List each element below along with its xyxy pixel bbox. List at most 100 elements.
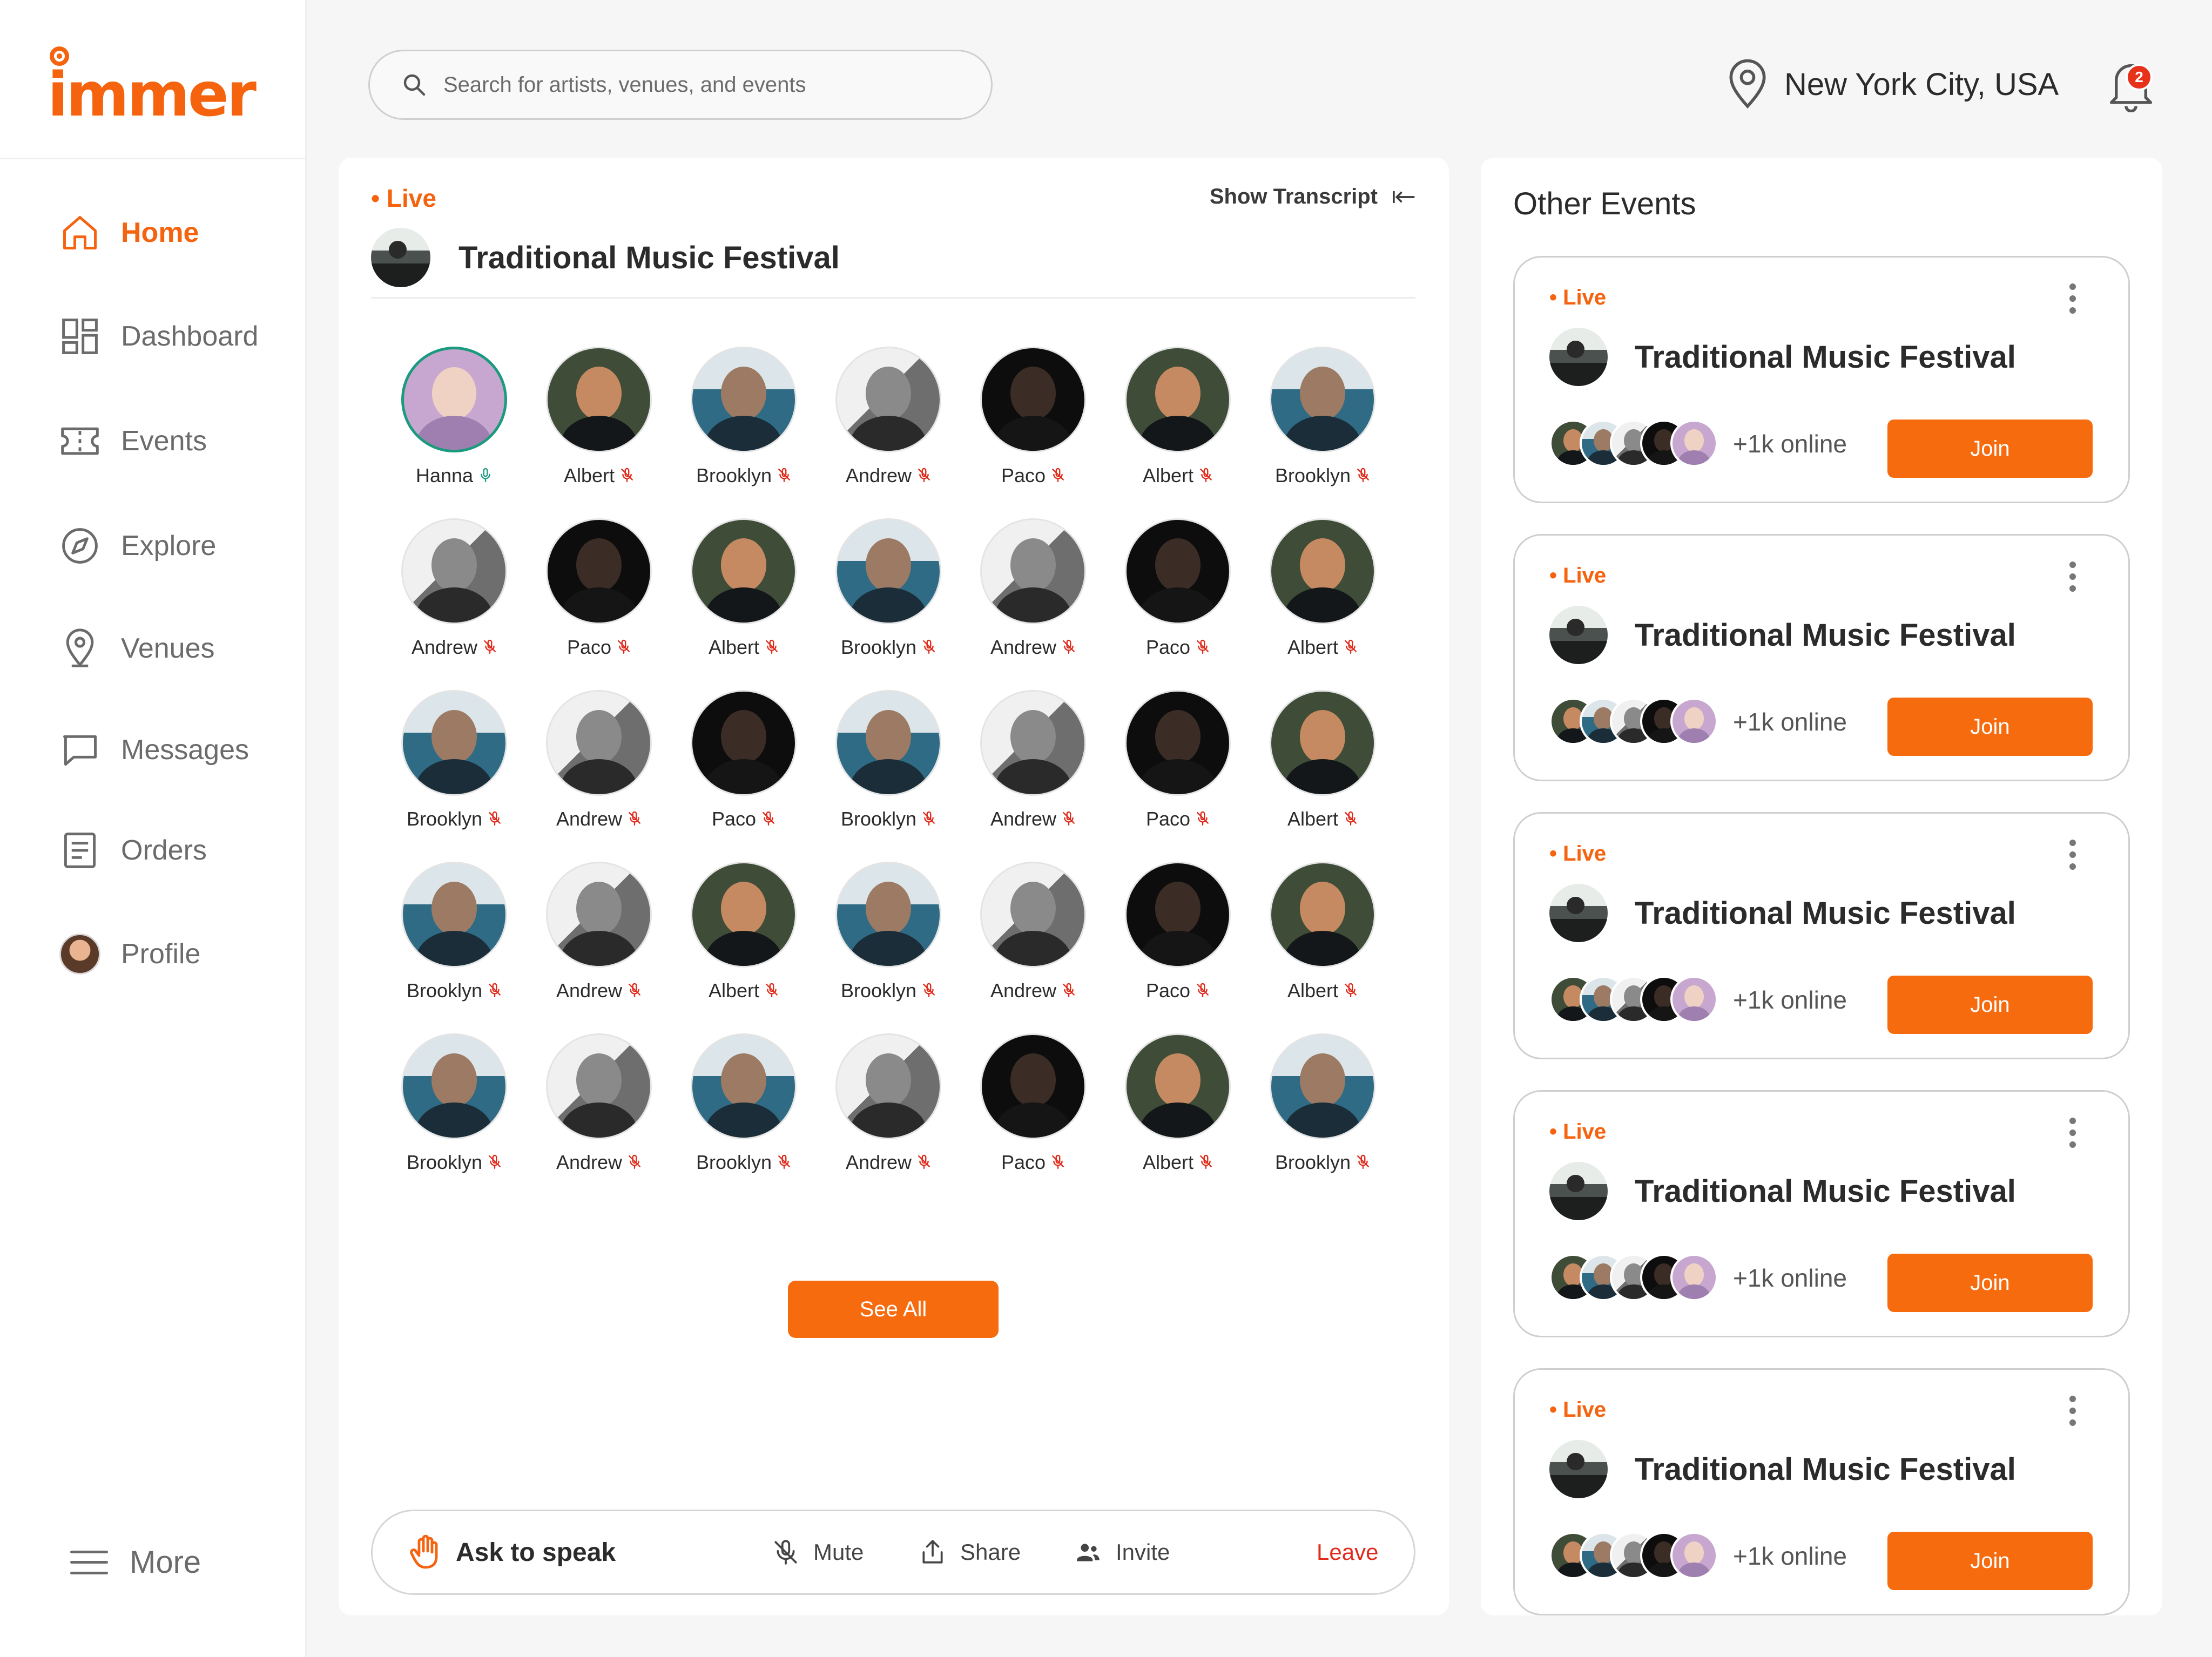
participant[interactable]: Brooklyn	[816, 518, 961, 659]
participant[interactable]: Hanna	[382, 347, 527, 487]
participant[interactable]: Paco	[1105, 690, 1250, 830]
more-options-icon[interactable]	[2069, 840, 2076, 870]
participant[interactable]: Andrew	[382, 518, 527, 659]
more-options-icon[interactable]	[2069, 1396, 2076, 1426]
participant[interactable]: Brooklyn	[1250, 347, 1395, 487]
online-count: +1k online	[1733, 430, 1847, 458]
immer-logo[interactable]: immer	[48, 44, 257, 125]
participant[interactable]: Andrew	[961, 690, 1105, 830]
participant[interactable]: Albert	[671, 518, 816, 659]
participant-name: Albert	[708, 636, 760, 658]
join-button[interactable]: Join	[1887, 1532, 2093, 1590]
sidebar-more[interactable]: More	[70, 1544, 201, 1580]
mute-button[interactable]: Mute	[772, 1539, 864, 1566]
more-options-icon[interactable]	[2069, 1118, 2076, 1148]
show-transcript-button[interactable]: Show Transcript	[1210, 185, 1417, 209]
share-icon	[922, 1540, 943, 1564]
join-button[interactable]: Join	[1887, 420, 2093, 478]
participant[interactable]: Andrew	[961, 518, 1105, 659]
sidebar-item-dashboard[interactable]: Dashboard	[58, 312, 258, 361]
participant[interactable]: Brooklyn	[816, 690, 961, 830]
orders-icon	[58, 829, 102, 872]
participant-avatar	[691, 518, 797, 624]
participant[interactable]: Albert	[527, 347, 671, 487]
participant[interactable]: Brooklyn	[382, 690, 527, 830]
online-count: +1k online	[1733, 708, 1847, 736]
see-all-button[interactable]: See All	[788, 1281, 999, 1338]
ask-to-speak-button[interactable]: Ask to speak	[409, 1535, 616, 1570]
mic-off-icon	[484, 639, 496, 654]
participant-name: Andrew	[845, 464, 912, 486]
join-button[interactable]: Join	[1887, 1254, 2093, 1312]
participant[interactable]: Paco	[1105, 862, 1250, 1002]
participant[interactable]: Brooklyn	[382, 1033, 527, 1174]
participant[interactable]: Albert	[1105, 1033, 1250, 1174]
participant[interactable]: Albert	[1250, 518, 1395, 659]
share-button[interactable]: Share	[919, 1539, 1021, 1566]
mic-off-icon	[1063, 811, 1075, 826]
participant[interactable]: Brooklyn	[671, 347, 816, 487]
location-pin-icon	[1729, 59, 1766, 109]
participant[interactable]: Paco	[961, 347, 1105, 487]
ticket-icon	[58, 420, 102, 463]
participant-name: Paco	[1145, 979, 1191, 1002]
sidebar-item-explore[interactable]: Explore	[58, 522, 216, 570]
participant-name: Albert	[1142, 464, 1194, 486]
home-icon	[58, 211, 102, 254]
participant[interactable]: Albert	[1250, 862, 1395, 1002]
join-button[interactable]: Join	[1887, 976, 2093, 1034]
invite-button[interactable]: Invite	[1075, 1539, 1170, 1566]
participant[interactable]: Paco	[527, 518, 671, 659]
event-card[interactable]: • Live Traditional Music Festival +1k onli…	[1513, 1368, 2130, 1615]
event-card[interactable]: • Live Traditional Music Festival +1k onli…	[1513, 812, 2130, 1059]
more-options-icon[interactable]	[2069, 562, 2076, 592]
leave-button[interactable]: Leave	[1317, 1539, 1378, 1565]
search-input[interactable]	[443, 72, 929, 97]
participant[interactable]: Andrew	[816, 1033, 961, 1174]
message-icon	[58, 728, 102, 772]
mic-off-icon	[1345, 639, 1357, 654]
sidebar-item-venues[interactable]: Venues	[58, 624, 215, 673]
show-transcript-label: Show Transcript	[1209, 185, 1378, 208]
attendee-avatar	[1670, 1532, 1718, 1579]
search-bar[interactable]	[368, 50, 993, 120]
participant[interactable]: Albert	[1105, 347, 1250, 487]
event-card[interactable]: • Live Traditional Music Festival +1k onli…	[1513, 256, 2130, 503]
participant[interactable]: Albert	[1250, 690, 1395, 830]
participant-name: Andrew	[845, 1151, 912, 1173]
live-label: Live	[1563, 1120, 1607, 1144]
event-thumbnail	[1549, 606, 1608, 664]
participant[interactable]: Andrew	[527, 1033, 671, 1174]
participant[interactable]: Paco	[1105, 518, 1250, 659]
participant[interactable]: Andrew	[816, 347, 961, 487]
location-pin-icon	[58, 627, 102, 670]
participant[interactable]: Brooklyn	[1250, 1033, 1395, 1174]
participant-name: Albert	[1287, 979, 1339, 1002]
join-button[interactable]: Join	[1887, 698, 2093, 756]
participant[interactable]: Andrew	[527, 862, 671, 1002]
participant[interactable]: Brooklyn	[671, 1033, 816, 1174]
sidebar-item-home[interactable]: Home	[58, 208, 199, 257]
sidebar-item-orders[interactable]: Orders	[58, 826, 207, 875]
participant[interactable]: Andrew	[961, 862, 1105, 1002]
participant[interactable]: Andrew	[527, 690, 671, 830]
sidebar-item-messages[interactable]: Messages	[58, 726, 249, 774]
participant-name-row: Brooklyn	[1275, 464, 1370, 487]
event-card[interactable]: • Live Traditional Music Festival +1k onli…	[1513, 1090, 2130, 1337]
participant-name: Albert	[1287, 808, 1339, 830]
sidebar-item-profile[interactable]: Profile	[58, 930, 200, 978]
participant[interactable]: Albert	[671, 862, 816, 1002]
participant[interactable]: Brooklyn	[816, 862, 961, 1002]
participant-name: Brooklyn	[406, 979, 483, 1002]
participant-name-row: Paco	[712, 808, 775, 830]
participant[interactable]: Paco	[671, 690, 816, 830]
location-selector[interactable]: New York City, USA	[1726, 59, 2059, 109]
more-options-icon[interactable]	[2069, 283, 2076, 314]
event-card[interactable]: • Live Traditional Music Festival +1k onli…	[1513, 534, 2130, 781]
sidebar-item-events[interactable]: Events	[58, 417, 207, 465]
participant-name-row: Brooklyn	[841, 636, 936, 659]
participant[interactable]: Brooklyn	[382, 862, 527, 1002]
participant[interactable]: Paco	[961, 1033, 1105, 1174]
participant-name-row: Brooklyn	[841, 808, 936, 830]
mic-off-icon	[629, 983, 640, 998]
